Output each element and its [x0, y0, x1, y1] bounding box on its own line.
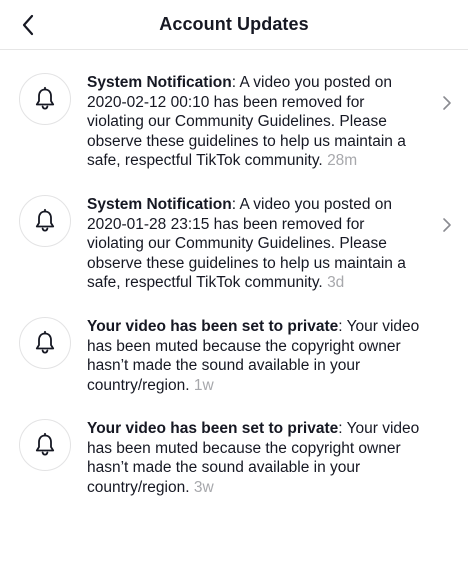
notification-item[interactable]: System Notification: A video you posted …	[0, 73, 468, 183]
notification-avatar	[19, 317, 71, 369]
notification-item[interactable]: Your video has been set to private: Your…	[0, 419, 468, 509]
header-bar: Account Updates	[0, 0, 468, 50]
notification-lead: System Notification	[87, 74, 232, 91]
notification-item[interactable]: Your video has been set to private: Your…	[0, 317, 468, 407]
notification-lead: Your video has been set to private	[87, 318, 339, 335]
notification-time: 1w	[193, 376, 214, 394]
page-title: Account Updates	[159, 14, 309, 34]
notification-time: 28m	[327, 152, 358, 169]
notification-open-button[interactable]	[440, 93, 454, 113]
notification-open-button[interactable]	[440, 215, 454, 235]
chevron-right-icon	[443, 96, 451, 110]
notification-lead: System Notification	[87, 196, 232, 213]
chevron-left-icon	[22, 14, 34, 36]
notification-time: 3w	[193, 478, 214, 496]
notification-avatar	[19, 195, 71, 247]
notification-text: Your video has been set to private: Your…	[87, 419, 422, 497]
bell-icon	[35, 208, 55, 232]
notification-avatar	[19, 73, 71, 125]
bell-icon	[35, 86, 55, 110]
back-button[interactable]	[16, 12, 40, 38]
notification-avatar	[19, 419, 71, 471]
bell-icon	[35, 330, 55, 354]
notification-text: System Notification: A video you posted …	[87, 73, 422, 171]
notification-item[interactable]: System Notification: A video you posted …	[0, 195, 468, 305]
notification-lead: Your video has been set to private	[87, 420, 339, 437]
notification-text: System Notification: A video you posted …	[87, 195, 422, 293]
bell-icon	[35, 432, 55, 456]
chevron-right-icon	[443, 218, 451, 232]
notification-time: 3d	[327, 274, 345, 291]
notification-text: Your video has been set to private: Your…	[87, 317, 422, 395]
